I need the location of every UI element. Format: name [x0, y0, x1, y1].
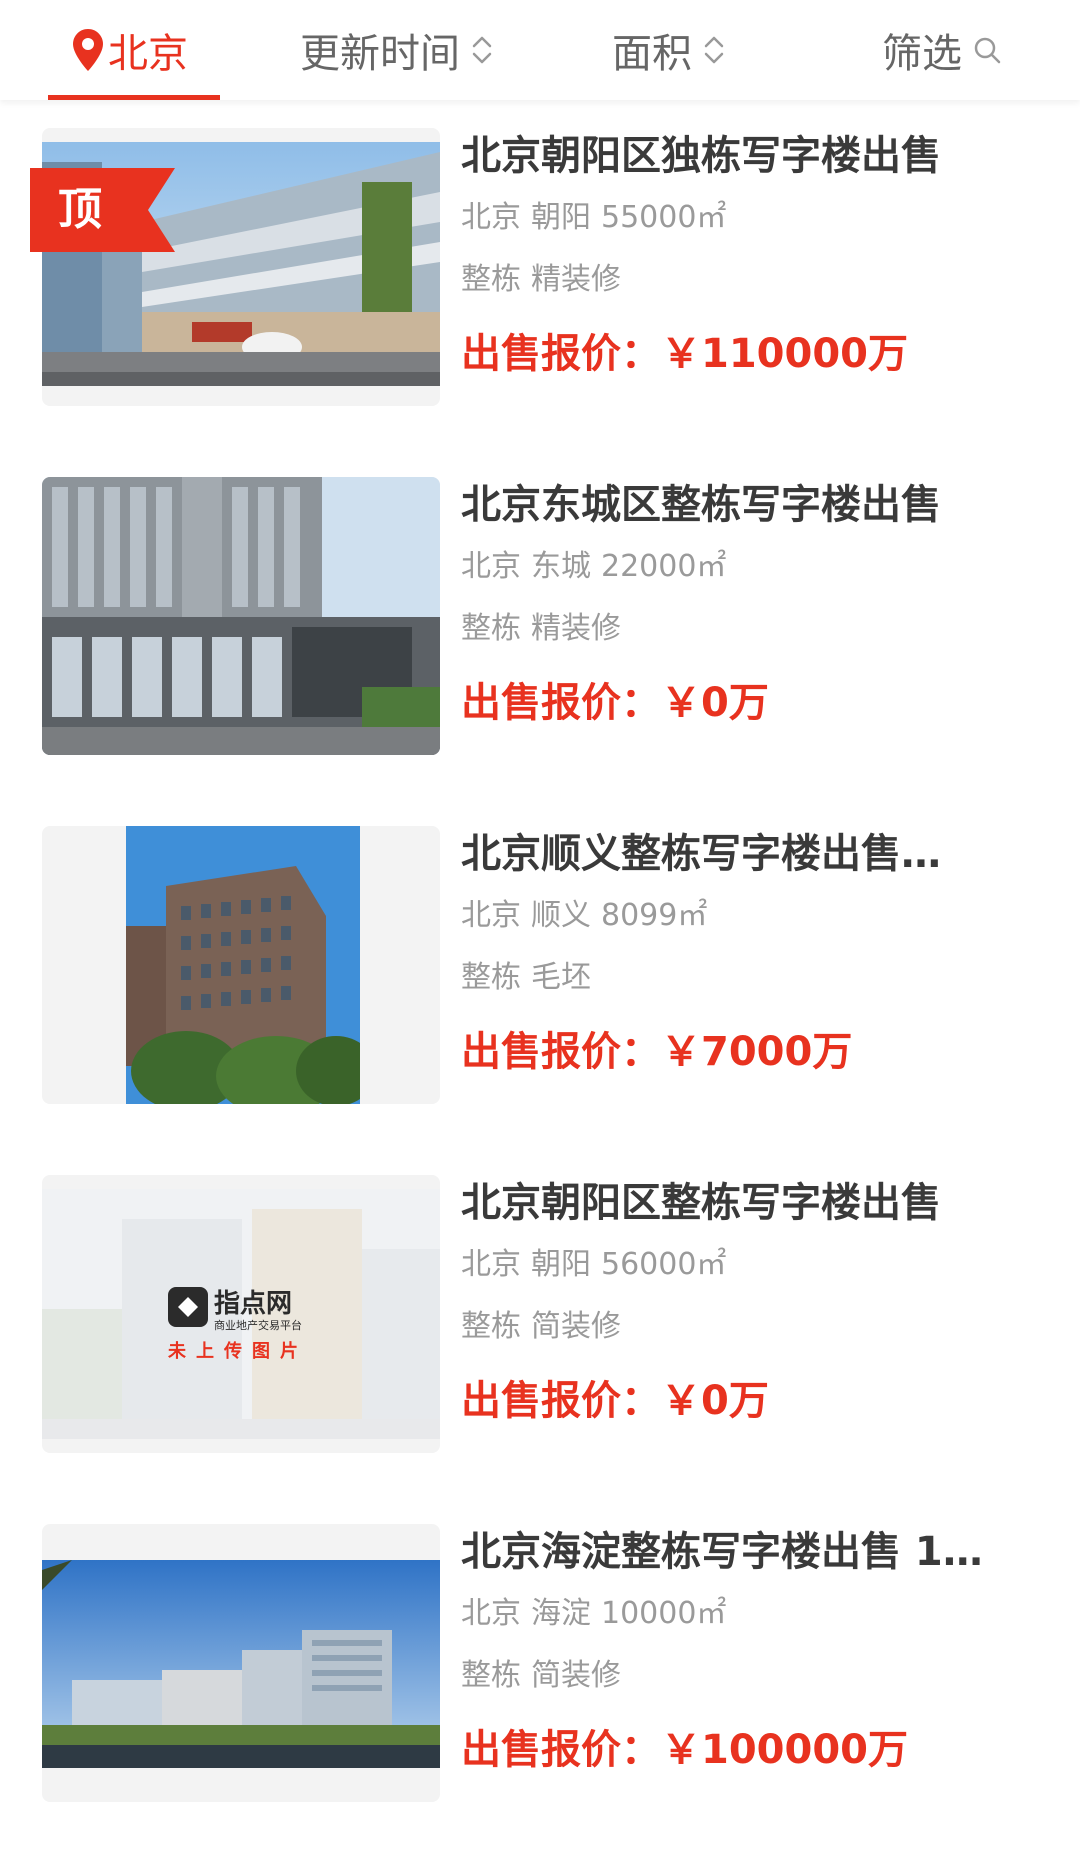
filter-bar: 北京 更新时间 面积 筛选	[0, 0, 1080, 100]
listing-city: 北京	[461, 200, 521, 235]
list-item[interactable]: 指点网 商业地产交易平台 未上传图片 北京朝阳区整栋写字楼出售 北京 朝阳 5600…	[0, 1147, 1080, 1496]
list-item[interactable]: 北京东城区整栋写字楼出售 北京 东城 22000㎡ 整栋 精装修 出售报价：￥0万	[0, 449, 1080, 798]
listing-type: 整栋	[461, 262, 521, 297]
listing-district: 顺义	[531, 898, 591, 933]
listing-meta: 北京 朝阳 55000㎡	[461, 198, 1041, 238]
listing-info: 北京朝阳区整栋写字楼出售 北京 朝阳 56000㎡ 整栋 简装修 出售报价：￥0万	[461, 1175, 1041, 1429]
sort-chevrons-icon	[704, 36, 724, 64]
listing-tags: 整栋 简装修	[461, 1656, 1041, 1696]
listing-price: 出售报价：￥110000万	[461, 331, 908, 377]
placeholder-logo-icon	[168, 1287, 208, 1327]
listing-district: 海淀	[531, 1596, 591, 1631]
listing-district: 东城	[531, 549, 591, 584]
list-item[interactable]: 北京顺义整栋写字楼出售… 北京 顺义 8099㎡ 整栋 毛坯 出售报价：￥7000万	[0, 798, 1080, 1147]
sort-update-time-tab[interactable]: 更新时间	[300, 0, 494, 100]
listing-title: 北京朝阳区整栋写字楼出售	[461, 1180, 941, 1226]
listing-type: 整栋	[461, 611, 521, 646]
city-label: 北京	[108, 31, 188, 77]
update-time-label: 更新时间	[300, 31, 460, 77]
listing-meta: 北京 顺义 8099㎡	[461, 896, 1041, 936]
listing-title: 北京东城区整栋写字楼出售	[461, 482, 941, 528]
listing-meta: 北京 东城 22000㎡	[461, 547, 1041, 587]
sort-area-tab[interactable]: 面积	[612, 0, 726, 100]
property-thumbnail	[42, 1524, 440, 1802]
listing-type: 整栋	[461, 960, 521, 995]
placeholder-brand: 指点网	[214, 1289, 293, 1319]
listing-decoration: 毛坯	[531, 960, 591, 995]
listing-info: 北京朝阳区独栋写字楼出售 北京 朝阳 55000㎡ 整栋 精装修 出售报价：￥1100…	[461, 128, 1041, 382]
listing-city: 北京	[461, 898, 521, 933]
listing-type: 整栋	[461, 1658, 521, 1693]
listing-decoration: 精装修	[531, 611, 621, 646]
pinned-ribbon	[30, 168, 175, 252]
building-photo	[42, 1560, 440, 1768]
listing-title: 北京海淀整栋写字楼出售 1…	[461, 1529, 983, 1575]
listing-tags: 整栋 毛坯	[461, 958, 1041, 998]
location-pin-icon	[73, 29, 103, 71]
pinned-badge-label: 顶	[58, 184, 102, 235]
property-thumbnail	[42, 477, 440, 755]
list-item[interactable]: 北京海淀整栋写字楼出售 1… 北京 海淀 10000㎡ 整栋 简装修 出售报价：￥10…	[0, 1496, 1080, 1845]
listing-tags: 整栋 精装修	[461, 609, 1041, 649]
listing-area: 56000㎡	[601, 1247, 727, 1282]
listing-area: 55000㎡	[601, 200, 727, 235]
listing-info: 北京顺义整栋写字楼出售… 北京 顺义 8099㎡ 整栋 毛坯 出售报价：￥7000万	[461, 826, 1041, 1080]
property-thumbnail: 指点网 商业地产交易平台 未上传图片	[42, 1175, 440, 1453]
search-icon	[974, 37, 1001, 64]
listing-city: 北京	[461, 1247, 521, 1282]
property-thumbnail	[42, 826, 440, 1104]
listing-tags: 整栋 精装修	[461, 260, 1041, 300]
listing-price: 出售报价：￥0万	[461, 1378, 769, 1424]
listing-decoration: 简装修	[531, 1658, 621, 1693]
listing-tags: 整栋 简装修	[461, 1307, 1041, 1347]
city-tab[interactable]: 北京	[72, 0, 188, 100]
listing-district: 朝阳	[531, 1247, 591, 1282]
listing-city: 北京	[461, 549, 521, 584]
listing-area: 22000㎡	[601, 549, 727, 584]
listing-type: 整栋	[461, 1309, 521, 1344]
listing-area: 10000㎡	[601, 1596, 727, 1631]
list-item[interactable]: 北京朝阳区独栋写字楼出售 北京 朝阳 55000㎡ 整栋 精装修 出售报价：￥1100…	[0, 100, 1080, 449]
building-photo	[126, 826, 360, 1104]
listing-info: 北京东城区整栋写字楼出售 北京 东城 22000㎡ 整栋 精装修 出售报价：￥0万	[461, 477, 1041, 731]
listing-city: 北京	[461, 1596, 521, 1631]
listing-area: 8099㎡	[601, 898, 708, 933]
listing-title: 北京顺义整栋写字楼出售…	[461, 831, 941, 877]
active-tab-underline	[48, 95, 220, 100]
listing-price: 出售报价：￥100000万	[461, 1727, 908, 1773]
sort-chevrons-icon	[472, 36, 492, 64]
listing-title: 北京朝阳区独栋写字楼出售	[461, 133, 941, 179]
listing-district: 朝阳	[531, 200, 591, 235]
listing-price: 出售报价：￥0万	[461, 680, 769, 726]
filter-label: 筛选	[882, 31, 962, 77]
placeholder-slogan: 商业地产交易平台	[214, 1319, 302, 1332]
listing-info: 北京海淀整栋写字楼出售 1… 北京 海淀 10000㎡ 整栋 简装修 出售报价：￥10…	[461, 1524, 1041, 1778]
listing-price: 出售报价：￥7000万	[461, 1029, 853, 1075]
placeholder-notice: 未上传图片	[168, 1341, 308, 1362]
building-photo	[42, 477, 440, 755]
listing-decoration: 简装修	[531, 1309, 621, 1344]
area-label: 面积	[612, 31, 692, 77]
listing-meta: 北京 朝阳 56000㎡	[461, 1245, 1041, 1285]
filter-tab[interactable]: 筛选	[882, 0, 1002, 100]
listing-decoration: 精装修	[531, 262, 621, 297]
listing-meta: 北京 海淀 10000㎡	[461, 1594, 1041, 1634]
